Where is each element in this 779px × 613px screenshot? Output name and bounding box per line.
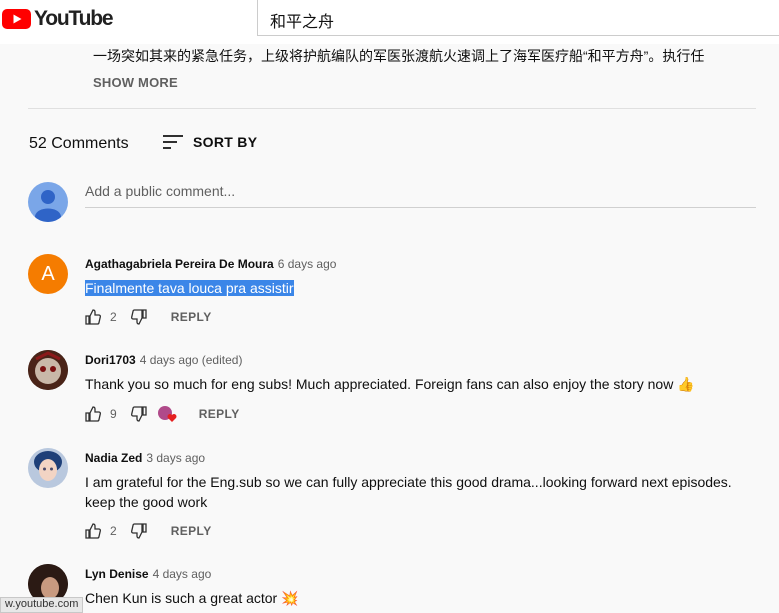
comment-text: I am grateful for the Eng.sub so we can … [85,474,732,510]
comment-author[interactable]: Nadia Zed [85,451,142,465]
thumbs-down-icon [130,406,147,422]
comment-header: Agathagabriela Pereira De Moura 6 days ag… [85,257,336,271]
comment-time[interactable]: 4 days ago (edited) [140,353,243,367]
avatar-image-icon [28,448,68,488]
dislike-button[interactable] [130,309,147,325]
comment-count: 52 Comments [29,135,129,152]
reply-button[interactable]: REPLY [171,310,212,324]
search-input[interactable]: 和平之舟 [257,0,779,36]
avatar[interactable]: A [28,254,68,294]
reply-button[interactable]: REPLY [171,524,212,538]
comment-input[interactable]: Add a public comment... [85,183,756,208]
thumbs-up-icon [85,523,101,539]
sort-by-label: SORT BY [193,134,258,150]
comment-time[interactable]: 6 days ago [278,257,337,271]
comment-author[interactable]: Lyn Denise [85,567,149,581]
dislike-button[interactable] [130,523,147,539]
like-count: 9 [110,407,117,421]
video-description: 一场突如其来的紧急任务，上级将护航编队的军医张渡航火速调上了海军医疗船“和平方舟… [93,48,705,64]
comment-author[interactable]: Agathagabriela Pereira De Moura [85,257,274,271]
comment-text: Thank you so much for eng subs! Much app… [85,376,695,392]
user-avatar [28,182,68,222]
default-user-icon [35,190,61,222]
reply-button[interactable]: REPLY [199,407,240,421]
comment-header: Nadia Zed 3 days ago [85,451,205,465]
search-query: 和平之舟 [270,14,335,31]
thumbs-down-icon [130,309,147,325]
logo-text: YouTube [34,7,114,30]
avatar[interactable] [28,448,68,488]
like-count: 2 [110,524,117,538]
youtube-logo[interactable]: YouTube [2,7,114,31]
comment-actions: 9 REPLY [85,405,240,423]
divider [28,108,756,109]
like-button[interactable] [85,406,101,422]
comment-actions: 2 REPLY [85,523,212,539]
dislike-button[interactable] [130,406,147,422]
comment-header: Dori1703 4 days ago (edited) [85,353,242,367]
show-more-button[interactable]: SHOW MORE [93,75,178,90]
comment-header: Lyn Denise 4 days ago [85,567,211,581]
comment-time[interactable]: 4 days ago [153,567,212,581]
thumbs-down-icon [130,523,147,539]
top-bar: YouTube 和平之舟 [0,0,779,44]
like-button[interactable] [85,309,101,325]
comment-text: Chen Kun is such a great actor 💥 [85,590,299,606]
comment-author[interactable]: Dori1703 [85,353,136,367]
status-bar-url: w.youtube.com [0,597,84,613]
comment-text: Finalmente tava louca pra assistir [85,278,765,298]
avatar[interactable] [28,350,68,390]
thumbs-up-icon [85,406,101,422]
creator-heart [157,405,179,423]
creator-heart-icon [157,406,177,422]
sort-icon [163,135,183,149]
comment-time[interactable]: 3 days ago [146,451,205,465]
thumbs-up-icon [85,309,101,325]
like-count: 2 [110,310,117,324]
youtube-logo-icon [2,9,31,29]
sort-by-button[interactable]: SORT BY [163,133,257,151]
avatar-image-icon [28,350,68,390]
selected-text: Finalmente tava louca pra assistir [85,280,294,296]
like-button[interactable] [85,523,101,539]
comment-actions: 2 REPLY [85,309,212,325]
avatar-letter: A [41,262,55,285]
